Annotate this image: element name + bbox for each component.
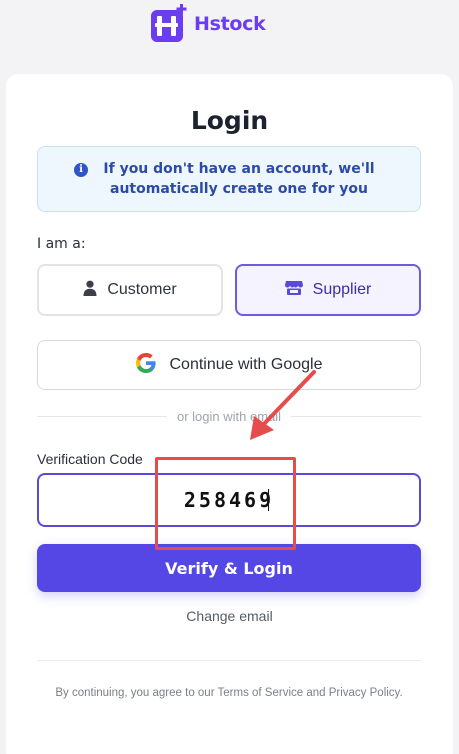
terms-text: By continuing, you agree to our Terms of… [55, 687, 403, 699]
supplier-label: Supplier [312, 281, 372, 298]
person-icon [83, 280, 97, 301]
h-plus-logo-icon [150, 4, 190, 44]
page-title: Login [190, 106, 269, 135]
change-email-link[interactable]: Change email [0, 608, 459, 624]
brand-name: Hstock [194, 13, 266, 35]
brand-logo: Hstock [150, 4, 266, 44]
store-icon [284, 280, 303, 300]
info-notice: i If you don't have an account, we'll aut… [37, 146, 421, 212]
google-login-button[interactable]: Continue with Google [37, 340, 421, 390]
notice-text: If you don't have an account, we'll auto… [103, 161, 375, 197]
annotation-highlight-box [155, 457, 296, 550]
verify-login-button[interactable]: Verify & Login [37, 544, 421, 592]
google-icon [135, 352, 156, 378]
role-label: I am a: [37, 236, 86, 252]
verification-code-label: Verification Code [37, 451, 143, 467]
divider-line-left [37, 415, 167, 417]
footer-divider [37, 660, 421, 661]
info-icon: i [74, 163, 88, 177]
supplier-role-button[interactable]: Supplier [235, 264, 421, 316]
or-divider: or login with email [37, 406, 422, 426]
annotation-arrow-icon [250, 370, 316, 440]
customer-role-button[interactable]: Customer [37, 264, 223, 316]
customer-label: Customer [107, 281, 177, 298]
